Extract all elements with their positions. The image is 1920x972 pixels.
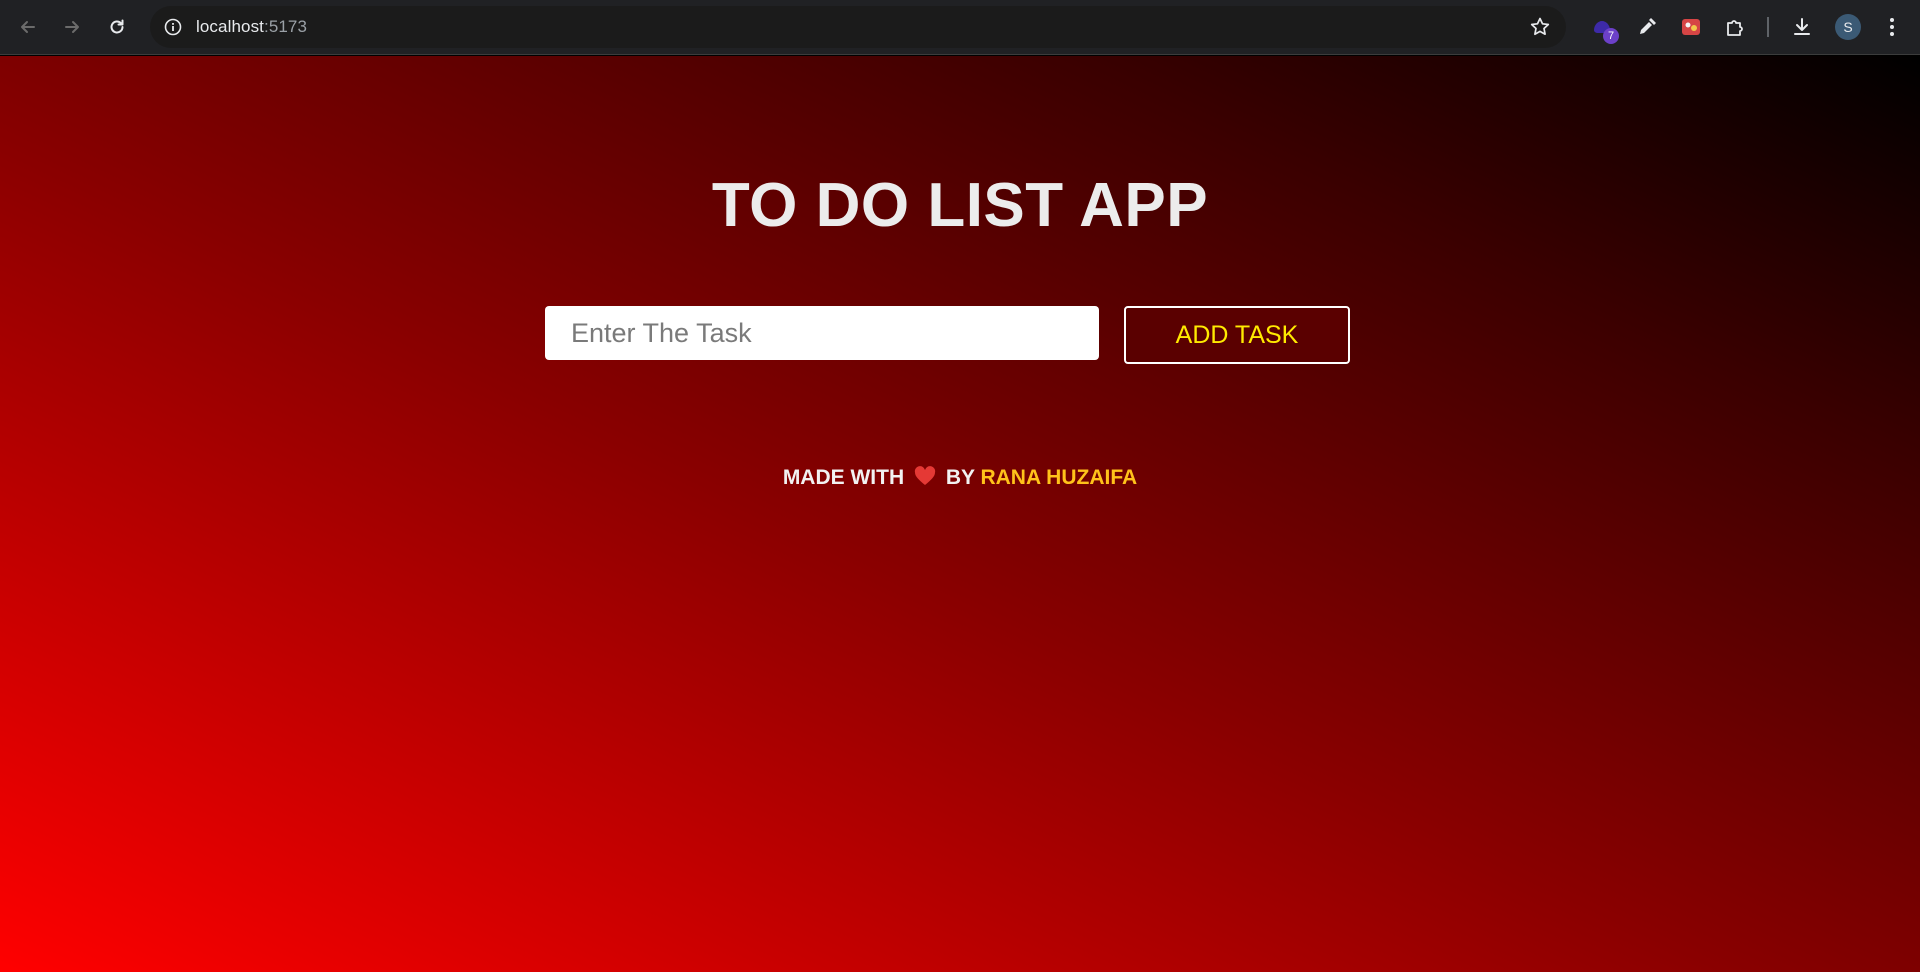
download-icon	[1794, 18, 1810, 35]
eyedropper-icon	[1640, 18, 1656, 34]
downloads-button[interactable]	[1787, 12, 1817, 42]
app-page: TO DO LIST APP ADD TASK MADE WITH BY RAN…	[0, 56, 1920, 972]
arrow-right-icon	[65, 21, 79, 33]
address-bar[interactable]: localhost:5173	[150, 6, 1566, 48]
reload-icon	[110, 19, 124, 34]
task-input[interactable]	[545, 306, 1099, 360]
browser-menu-button[interactable]	[1877, 12, 1907, 42]
arrow-left-icon	[21, 21, 35, 33]
colorful-extension-icon	[1682, 19, 1700, 35]
extensions-menu-button[interactable]	[1720, 12, 1750, 42]
extension-button-3[interactable]	[1676, 12, 1706, 42]
star-icon	[1530, 17, 1550, 36]
extension-button-1[interactable]: 7	[1587, 12, 1619, 44]
puzzle-piece-icon	[1727, 20, 1743, 36]
browser-toolbar: localhost:5173 7 S	[0, 0, 1920, 55]
toolbar-divider	[1767, 17, 1769, 37]
eyedropper-extension-button[interactable]	[1632, 12, 1662, 42]
back-button[interactable]	[11, 10, 45, 44]
add-task-button[interactable]: ADD TASK	[1124, 306, 1350, 364]
heart-icon	[914, 466, 936, 492]
reload-button[interactable]	[100, 10, 134, 44]
credit-by: BY	[945, 466, 975, 489]
bookmark-button[interactable]	[1528, 15, 1552, 39]
extension-badge: 7	[1603, 28, 1619, 44]
footer-credit: MADE WITH BY RANA HUZAIFA	[0, 466, 1920, 492]
info-icon	[164, 18, 182, 36]
forward-button[interactable]	[55, 10, 89, 44]
url-text: localhost:5173	[196, 6, 307, 48]
url-port: :5173	[264, 17, 308, 36]
page-title: TO DO LIST APP	[711, 171, 1209, 240]
url-host: localhost	[196, 17, 264, 36]
credit-author: RANA HUZAIFA	[980, 466, 1138, 489]
site-info-button[interactable]	[160, 14, 186, 40]
profile-avatar[interactable]: S	[1835, 14, 1861, 40]
kebab-menu-icon	[1890, 18, 1894, 36]
credit-prefix: MADE WITH	[782, 466, 905, 489]
